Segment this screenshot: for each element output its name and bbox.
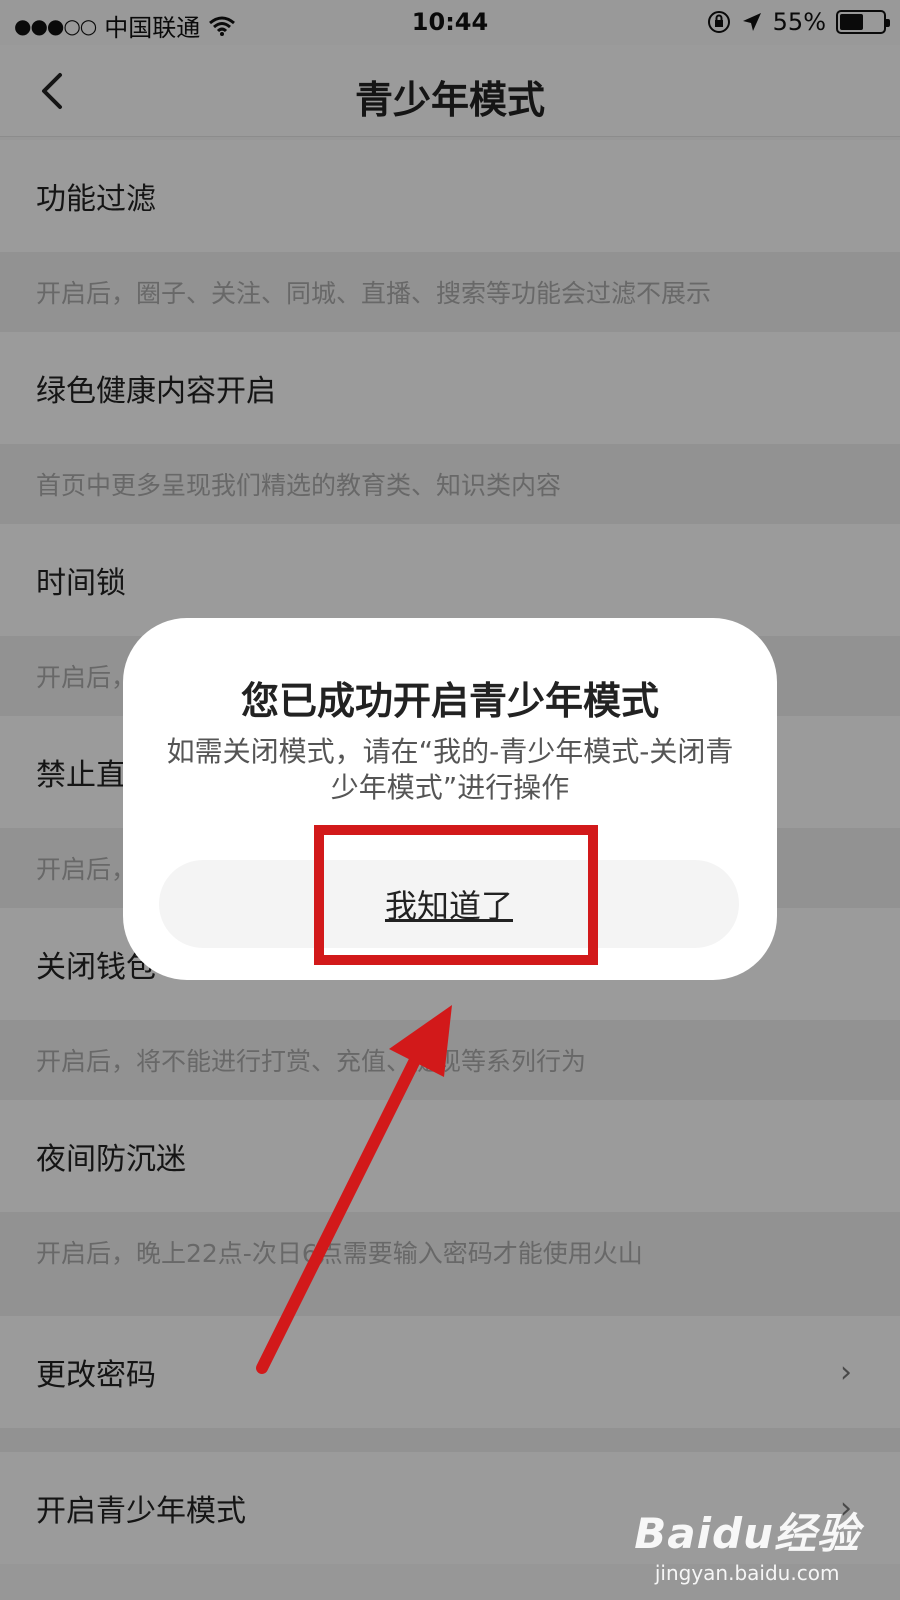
watermark: Baidu经验 jingyan.baidu.com (634, 1500, 860, 1585)
annotation-arrow (256, 1005, 452, 1374)
watermark-logo: Baidu经验 (634, 1509, 860, 1558)
watermark-url: jingyan.baidu.com (654, 1561, 840, 1585)
